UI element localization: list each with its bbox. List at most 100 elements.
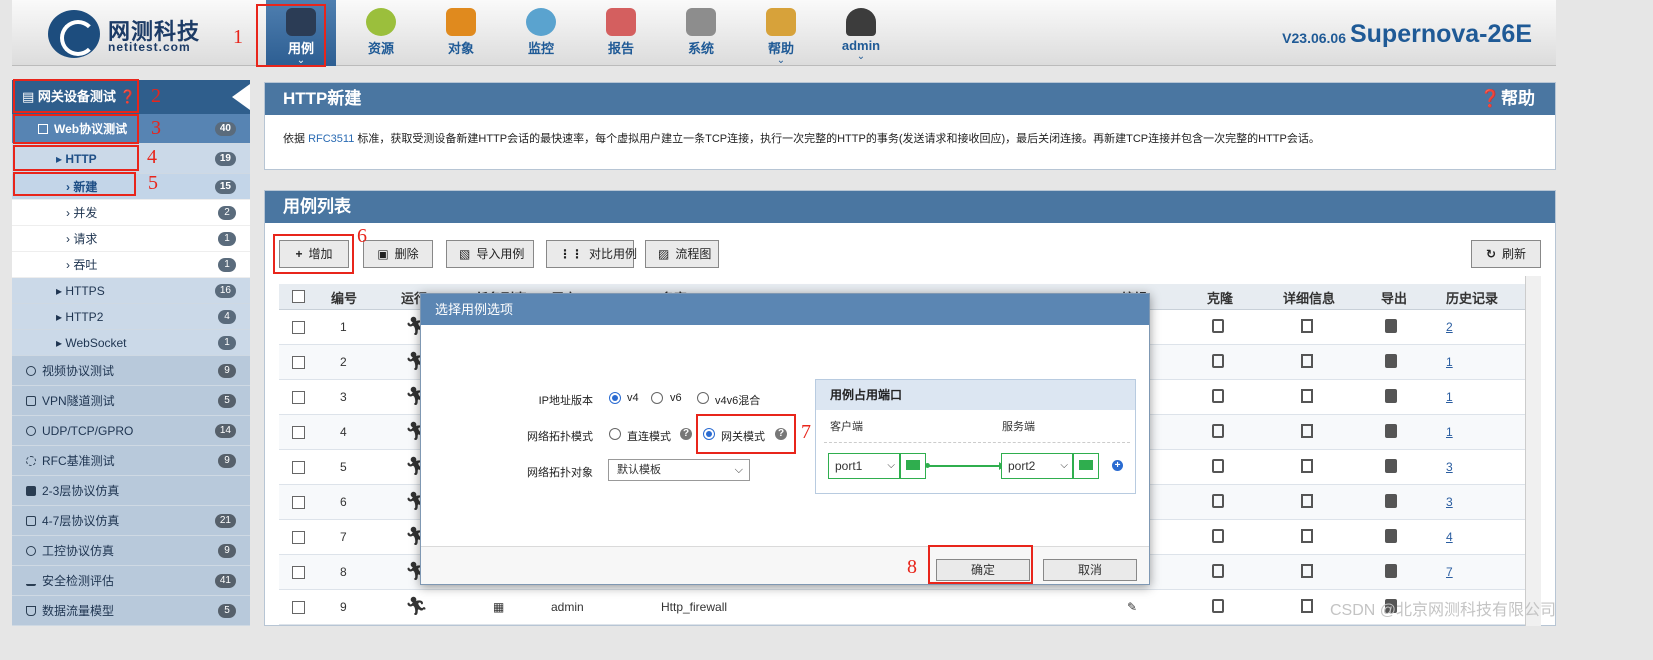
nav-help[interactable]: 帮助 ⌄ [746, 0, 816, 66]
compare-button[interactable]: ⋮⋮ 对比用例 [546, 240, 637, 268]
export-icon[interactable] [1385, 529, 1397, 543]
clone-icon[interactable] [1212, 529, 1224, 543]
sidebar-item-request[interactable]: › 请求 1 [12, 226, 250, 252]
row-checkbox[interactable] [292, 496, 305, 509]
client-label: 客户端 [830, 421, 863, 433]
row-checkbox[interactable] [292, 601, 305, 614]
nav-system[interactable]: 系统 [666, 0, 736, 66]
sidebar-item-label: 安全检测评估 [42, 574, 115, 588]
export-icon[interactable] [1385, 564, 1397, 578]
detail-icon[interactable] [1301, 564, 1313, 578]
detail-icon[interactable] [1301, 424, 1313, 438]
export-icon[interactable] [1385, 494, 1397, 508]
edit-icon[interactable]: ✎ [1127, 600, 1137, 614]
flowchart-button[interactable]: ▨ 流程图 [645, 240, 719, 268]
refresh-button[interactable]: ↻ 刷新 [1471, 240, 1541, 268]
row-checkbox[interactable] [292, 321, 305, 334]
row-checkbox[interactable] [292, 566, 305, 579]
clone-icon[interactable] [1212, 354, 1224, 368]
ip-mixed-label[interactable]: v4v6混合 [715, 392, 760, 408]
sidebar-item-label: 工控协议仿真 [42, 544, 115, 558]
ip-mixed-radio[interactable] [697, 392, 709, 404]
clone-icon[interactable] [1212, 564, 1224, 578]
sidebar-item-udp[interactable]: UDP/TCP/GPRO 14 [12, 416, 250, 446]
help-link[interactable]: ❓帮助 [1480, 83, 1535, 115]
monitor-icon[interactable] [900, 453, 926, 479]
history-link[interactable]: 4 [1446, 530, 1453, 544]
detail-icon[interactable] [1301, 599, 1313, 613]
history-link[interactable]: 1 [1446, 425, 1453, 439]
direct-mode-label[interactable]: 直连模式 [627, 428, 671, 444]
calendar-icon[interactable]: ▦ [493, 600, 504, 614]
sidebar-item-http2[interactable]: ▸ HTTP2 4 [12, 304, 250, 330]
monitor-icon[interactable] [1073, 453, 1099, 479]
row-checkbox[interactable] [292, 461, 305, 474]
export-icon[interactable] [1385, 424, 1397, 438]
col-id[interactable]: 编号 [331, 288, 357, 307]
detail-icon[interactable] [1301, 459, 1313, 473]
export-icon[interactable] [1385, 389, 1397, 403]
row-checkbox[interactable] [292, 531, 305, 544]
detail-icon[interactable] [1301, 529, 1313, 543]
history-link[interactable]: 1 [1446, 390, 1453, 404]
run-icon[interactable]: 🏃︎ [405, 596, 428, 617]
history-link[interactable]: 1 [1446, 355, 1453, 369]
export-icon[interactable] [1385, 459, 1397, 473]
row-checkbox[interactable] [292, 356, 305, 369]
add-port-icon[interactable]: + [1112, 460, 1123, 471]
detail-icon[interactable] [1301, 319, 1313, 333]
ip-v4-label[interactable]: v4 [627, 392, 639, 404]
nav-object[interactable]: 对象 [426, 0, 496, 66]
row-checkbox[interactable] [292, 426, 305, 439]
object-icon [446, 8, 476, 36]
rfc-link[interactable]: RFC3511 [308, 133, 354, 145]
server-port-select[interactable]: port2 ⌵ [1001, 453, 1073, 479]
import-button[interactable]: ▧ 导入用例 [446, 240, 534, 268]
history-link[interactable]: 3 [1446, 495, 1453, 509]
sidebar-item-throughput[interactable]: › 吞吐 1 [12, 252, 250, 278]
table-scrollbar[interactable] [1525, 276, 1541, 626]
direct-mode-radio[interactable] [609, 428, 621, 440]
export-icon[interactable] [1385, 319, 1397, 333]
export-icon[interactable] [1385, 354, 1397, 368]
sidebar-item-rfc[interactable]: RFC基准测试 9 [12, 446, 250, 476]
sidebar-item-video[interactable]: 视频协议测试 9 [12, 356, 250, 386]
history-link[interactable]: 7 [1446, 565, 1453, 579]
annotation-number-6: 6 [357, 225, 367, 247]
delete-button[interactable]: ▣ 删除 [363, 240, 433, 268]
sidebar-item-concurrent[interactable]: › 并发 2 [12, 200, 250, 226]
clone-icon[interactable] [1212, 389, 1224, 403]
nav-monitor[interactable]: 监控 [506, 0, 576, 66]
sidebar-item-websocket[interactable]: ▸ WebSocket 1 [12, 330, 250, 356]
help-icon[interactable]: ? [680, 428, 692, 440]
sidebar-item-l23[interactable]: 2-3层协议仿真 [12, 476, 250, 506]
history-link[interactable]: 3 [1446, 460, 1453, 474]
sidebar-item-ics[interactable]: 工控协议仿真 9 [12, 536, 250, 566]
client-port-select[interactable]: port1 ⌵ [828, 453, 900, 479]
clone-icon[interactable] [1212, 494, 1224, 508]
panel-title-text: 用例列表 [283, 197, 351, 216]
clone-icon[interactable] [1212, 459, 1224, 473]
sidebar-item-l47[interactable]: 4-7层协议仿真 21 [12, 506, 250, 536]
ip-v6-label[interactable]: v6 [670, 392, 682, 404]
topo-object-select[interactable]: 默认模板 ⌵ [608, 459, 750, 481]
nav-report[interactable]: 报告 [586, 0, 656, 66]
nav-resource[interactable]: 资源 [346, 0, 416, 66]
detail-icon[interactable] [1301, 494, 1313, 508]
cancel-button[interactable]: 取消 [1043, 559, 1137, 581]
sidebar-item-vpn[interactable]: VPN隧道测试 5 [12, 386, 250, 416]
sidebar-item-security[interactable]: 安全检测评估 41 [12, 566, 250, 596]
detail-icon[interactable] [1301, 354, 1313, 368]
sidebar-item-https[interactable]: ▸ HTTPS 16 [12, 278, 250, 304]
ip-v4-radio[interactable] [609, 392, 621, 404]
detail-icon[interactable] [1301, 389, 1313, 403]
ip-v6-radio[interactable] [651, 392, 663, 404]
nav-admin[interactable]: admin ⌄ [826, 0, 896, 66]
clone-icon[interactable] [1212, 424, 1224, 438]
row-checkbox[interactable] [292, 391, 305, 404]
sidebar-item-traffic[interactable]: 数据流量模型 5 [12, 596, 250, 626]
history-link[interactable]: 2 [1446, 320, 1453, 334]
clone-icon[interactable] [1212, 319, 1224, 333]
select-all-checkbox[interactable] [292, 290, 305, 303]
clone-icon[interactable] [1212, 599, 1224, 613]
